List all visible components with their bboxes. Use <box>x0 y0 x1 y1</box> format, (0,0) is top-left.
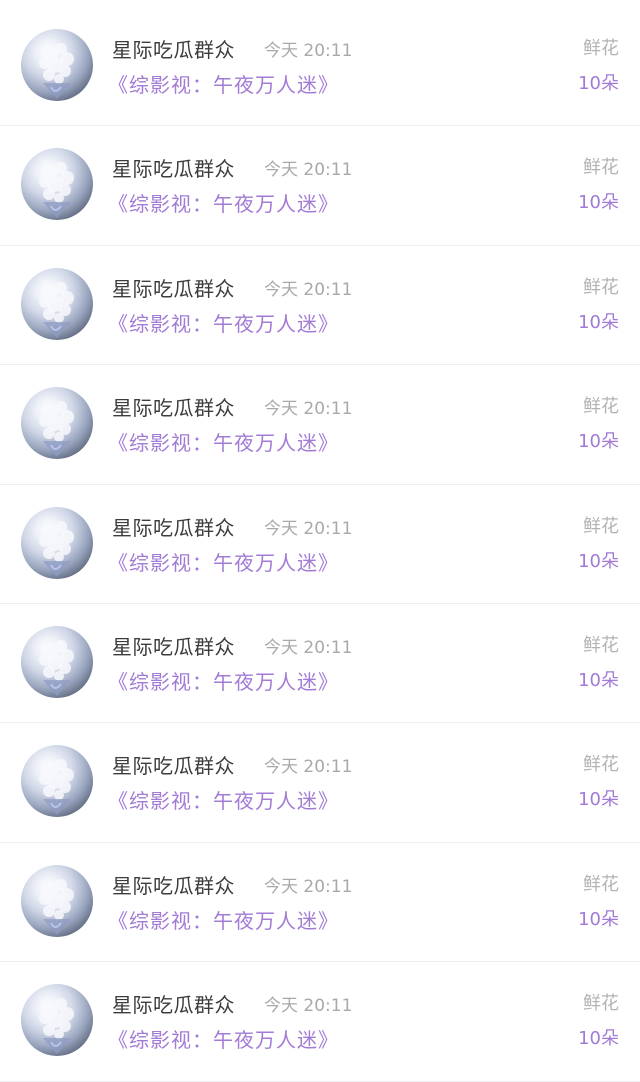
book-title-link[interactable]: 《综影视：午夜万人迷》 <box>108 312 339 336</box>
flower-bouquet-avatar-icon[interactable] <box>21 864 93 937</box>
gift-count: 10朵 <box>578 192 619 214</box>
user-name[interactable]: 星际吃瓜群众 <box>112 874 235 898</box>
flower-bouquet-avatar-icon[interactable] <box>21 29 93 101</box>
timestamp: 今天 20:11 <box>264 279 353 300</box>
book-title-link[interactable]: 《综影视：午夜万人迷》 <box>108 1028 339 1052</box>
gift-record-row[interactable]: 星际吃瓜群众 今天 20:11 《综影视：午夜万人迷》 鲜花 10朵 <box>0 604 640 724</box>
flower-bouquet-avatar-icon[interactable] <box>21 625 93 698</box>
gift-type: 鲜花 <box>583 276 619 298</box>
user-name[interactable]: 星际吃瓜群众 <box>112 157 235 181</box>
user-name[interactable]: 星际吃瓜群众 <box>112 993 235 1017</box>
gift-count: 10朵 <box>578 908 619 930</box>
timestamp: 今天 20:11 <box>264 518 353 539</box>
gift-record-row[interactable]: 星际吃瓜群众 今天 20:11 《综影视：午夜万人迷》 鲜花 10朵 <box>0 843 640 963</box>
book-title-link[interactable]: 《综影视：午夜万人迷》 <box>108 909 339 933</box>
gift-type: 鲜花 <box>583 515 619 537</box>
book-title-link[interactable]: 《综影视：午夜万人迷》 <box>108 431 339 455</box>
gift-record-row[interactable]: 星际吃瓜群众 今天 20:11 《综影视：午夜万人迷》 鲜花 10朵 <box>0 485 640 605</box>
gift-count: 10朵 <box>578 1028 619 1050</box>
flower-bouquet-avatar-icon[interactable] <box>21 984 93 1057</box>
gift-record-row[interactable]: 星际吃瓜群众 今天 20:11 《综影视：午夜万人迷》 鲜花 10朵 <box>0 962 640 1082</box>
gift-count: 10朵 <box>578 550 619 572</box>
gift-type: 鲜花 <box>583 754 619 776</box>
timestamp: 今天 20:11 <box>264 876 353 897</box>
gift-type: 鲜花 <box>583 993 619 1015</box>
timestamp: 今天 20:11 <box>264 399 353 420</box>
flower-bouquet-avatar-icon[interactable] <box>21 745 93 818</box>
flower-bouquet-avatar-icon[interactable] <box>21 387 93 460</box>
gift-count: 10朵 <box>578 789 619 811</box>
flower-bouquet-avatar-icon[interactable] <box>21 267 93 340</box>
gift-type: 鲜花 <box>583 873 619 895</box>
gift-record-row[interactable]: 星际吃瓜群众 今天 20:11 《综影视：午夜万人迷》 鲜花 10朵 <box>0 7 640 127</box>
gift-type: 鲜花 <box>583 38 619 59</box>
gift-type: 鲜花 <box>583 396 619 418</box>
timestamp: 今天 20:11 <box>264 757 353 778</box>
book-title-link[interactable]: 《综影视：午夜万人迷》 <box>108 192 339 216</box>
gift-count: 10朵 <box>578 311 619 333</box>
flower-bouquet-avatar-icon[interactable] <box>21 148 93 221</box>
book-title-link[interactable]: 《综影视：午夜万人迷》 <box>108 789 339 813</box>
user-name[interactable]: 星际吃瓜群众 <box>112 754 235 778</box>
timestamp: 今天 20:11 <box>264 637 353 658</box>
user-name[interactable]: 星际吃瓜群众 <box>112 516 235 540</box>
gift-count: 10朵 <box>578 669 619 691</box>
gift-record-list: 星际吃瓜群众 今天 20:11 《综影视：午夜万人迷》 鲜花 10朵 星际吃瓜群… <box>0 7 640 1082</box>
book-title-link[interactable]: 《综影视：午夜万人迷》 <box>108 73 339 97</box>
user-name[interactable]: 星际吃瓜群众 <box>112 38 235 62</box>
user-name[interactable]: 星际吃瓜群众 <box>112 635 235 659</box>
user-name[interactable]: 星际吃瓜群众 <box>112 277 235 301</box>
gift-record-row[interactable]: 星际吃瓜群众 今天 20:11 《综影视：午夜万人迷》 鲜花 10朵 <box>0 246 640 366</box>
book-title-link[interactable]: 《综影视：午夜万人迷》 <box>108 551 339 575</box>
gift-record-row[interactable]: 星际吃瓜群众 今天 20:11 《综影视：午夜万人迷》 鲜花 10朵 <box>0 723 640 844</box>
gift-record-row[interactable]: 星际吃瓜群众 今天 20:11 《综影视：午夜万人迷》 鲜花 10朵 <box>0 365 640 485</box>
gift-type: 鲜花 <box>583 634 619 656</box>
user-name[interactable]: 星际吃瓜群众 <box>112 396 235 420</box>
book-title-link[interactable]: 《综影视：午夜万人迷》 <box>108 670 339 694</box>
flower-bouquet-avatar-icon[interactable] <box>21 506 93 579</box>
gift-type: 鲜花 <box>583 157 619 179</box>
timestamp: 今天 20:11 <box>264 996 353 1017</box>
gift-count: 10朵 <box>578 73 619 94</box>
timestamp: 今天 20:11 <box>264 41 353 61</box>
gift-record-row[interactable]: 星际吃瓜群众 今天 20:11 《综影视：午夜万人迷》 鲜花 10朵 <box>0 126 640 247</box>
gift-count: 10朵 <box>578 431 619 453</box>
timestamp: 今天 20:11 <box>264 160 353 181</box>
